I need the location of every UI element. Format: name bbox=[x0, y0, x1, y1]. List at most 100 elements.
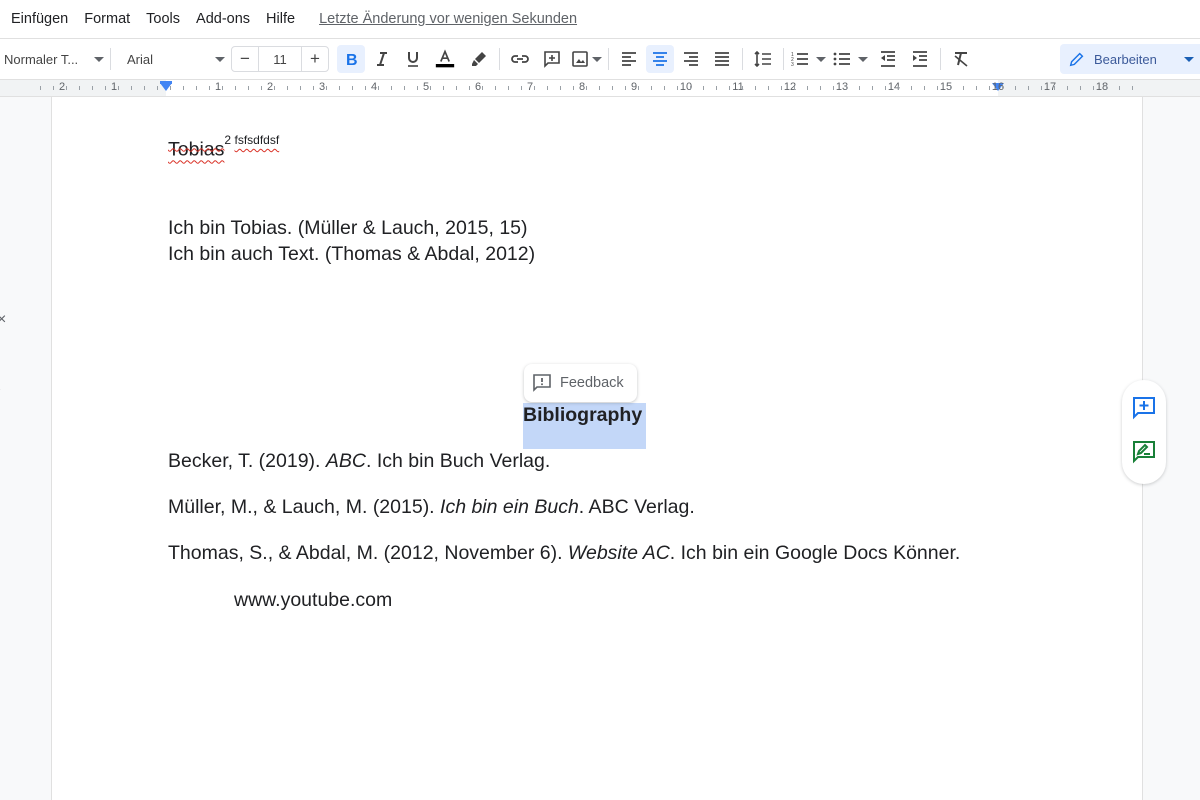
italic-button[interactable] bbox=[368, 45, 396, 73]
footnote-line[interactable]: Tobias2 fsfsdfdsf bbox=[168, 133, 279, 162]
outline-marker-icon: • bbox=[0, 385, 1, 396]
bulleted-list-button[interactable] bbox=[832, 45, 868, 73]
ruler-tick bbox=[430, 86, 431, 90]
text-color-button[interactable] bbox=[431, 45, 459, 73]
paragraph-2[interactable]: Ich bin auch Text. (Thomas & Abdal, 2012… bbox=[168, 243, 535, 266]
bold-icon: B bbox=[346, 52, 358, 69]
menu-tools[interactable]: Tools bbox=[146, 11, 180, 27]
bibliography-heading[interactable]: Bibliography bbox=[523, 404, 642, 427]
align-center-button[interactable] bbox=[646, 45, 674, 73]
insert-link-button[interactable] bbox=[506, 45, 534, 73]
chevron-down-icon bbox=[816, 56, 826, 62]
menu-hilfe[interactable]: Hilfe bbox=[266, 11, 295, 27]
paragraph-1[interactable]: Ich bin Tobias. (Müller & Lauch, 2015, 1… bbox=[168, 217, 528, 240]
ruler-tick bbox=[118, 86, 119, 90]
editing-mode-dropdown[interactable]: Bearbeiten bbox=[1060, 44, 1200, 74]
ruler-label: 6 bbox=[474, 81, 482, 93]
ruler-tick bbox=[183, 86, 184, 90]
reference-item[interactable]: Müller, M., & Lauch, M. (2015). Ich bin … bbox=[168, 496, 695, 519]
bold-button[interactable]: B bbox=[337, 45, 365, 73]
ruler-tick bbox=[300, 86, 301, 90]
ruler-label: 2 bbox=[266, 81, 274, 93]
document-page[interactable]: Tobias2 fsfsdfdsf Ich bin Tobias. (Mülle… bbox=[51, 97, 1143, 800]
reference-text: . Ich bin ein Google Docs Könner. bbox=[669, 542, 961, 564]
ruler-label: 9 bbox=[630, 81, 638, 93]
align-left-button[interactable] bbox=[615, 45, 643, 73]
document-canvas: × • Tobias2 fsfsdfdsf Ich bin Tobias. (M… bbox=[0, 97, 1200, 800]
align-justify-icon bbox=[715, 52, 729, 66]
last-edit-link[interactable]: Letzte Änderung vor wenigen Sekunden bbox=[319, 11, 577, 27]
ruler-tick bbox=[781, 86, 782, 90]
ruler-tick bbox=[794, 86, 795, 90]
clear-formatting-button[interactable] bbox=[947, 45, 975, 73]
ruler-tick bbox=[859, 86, 860, 90]
add-comment-icon bbox=[544, 51, 560, 68]
italic-icon bbox=[377, 52, 387, 66]
ruler-tick bbox=[1093, 86, 1094, 90]
reference-item[interactable]: Becker, T. (2019). ABC. Ich bin Buch Ver… bbox=[168, 450, 550, 473]
ruler-tick bbox=[209, 86, 210, 90]
ruler-tick bbox=[443, 86, 444, 90]
menu-bar: Einfügen Format Tools Add-ons Hilfe Letz… bbox=[0, 0, 1200, 38]
svg-text:3: 3 bbox=[791, 62, 794, 68]
decrease-indent-button[interactable] bbox=[874, 45, 902, 73]
align-right-button[interactable] bbox=[677, 45, 705, 73]
toolbar-divider bbox=[783, 48, 784, 70]
feedback-button[interactable]: Feedback bbox=[524, 364, 637, 402]
ruler-tick bbox=[833, 86, 834, 90]
reference-url[interactable]: www.youtube.com bbox=[234, 589, 392, 612]
struck-word: Tobias bbox=[168, 138, 225, 161]
ruler-tick bbox=[911, 86, 912, 90]
ruler-tick bbox=[222, 86, 223, 90]
highlight-color-button[interactable] bbox=[465, 45, 493, 73]
ruler-tick bbox=[326, 86, 327, 90]
ruler-tick bbox=[157, 86, 158, 90]
decrease-font-size-button[interactable]: − bbox=[232, 47, 258, 71]
ruler-tick bbox=[950, 86, 951, 90]
font-dropdown[interactable]: Arial bbox=[117, 52, 225, 67]
menu-add-ons[interactable]: Add-ons bbox=[196, 11, 250, 27]
toolbar-divider bbox=[110, 48, 111, 70]
ruler-label: 3 bbox=[318, 81, 326, 93]
line-spacing-button[interactable] bbox=[749, 45, 777, 73]
numbered-list-button[interactable]: 123 bbox=[790, 45, 826, 73]
underline-button[interactable] bbox=[399, 45, 427, 73]
ruler-label: 5 bbox=[422, 81, 430, 93]
ruler-tick bbox=[66, 86, 67, 90]
ruler-tick bbox=[586, 86, 587, 90]
font-size-input[interactable]: 11 bbox=[258, 47, 302, 71]
bulleted-list-icon bbox=[833, 52, 850, 66]
numbered-list-icon: 123 bbox=[791, 52, 808, 68]
ruler-tick bbox=[248, 86, 249, 90]
insert-comment-button[interactable] bbox=[538, 45, 566, 73]
ruler-tick bbox=[196, 86, 197, 90]
increase-indent-button[interactable] bbox=[906, 45, 934, 73]
insert-image-button[interactable] bbox=[570, 45, 602, 73]
ruler[interactable]: 2 1 1 2 3 4 5 6 7 8 9 10 11 12 13 14 15 16 17 18 bbox=[0, 79, 1200, 97]
collapse-outline-icon[interactable]: × bbox=[0, 311, 6, 329]
ruler-tick bbox=[391, 86, 392, 90]
chevron-down-icon bbox=[1184, 56, 1194, 62]
reference-text: . ABC Verlag. bbox=[578, 496, 695, 518]
ruler-tick bbox=[495, 86, 496, 90]
ruler-tick bbox=[105, 86, 106, 90]
suggest-edit-icon[interactable] bbox=[1132, 440, 1156, 464]
ruler-tick bbox=[170, 86, 171, 90]
justify-button[interactable] bbox=[708, 45, 736, 73]
toolbar-divider bbox=[742, 48, 743, 70]
ruler-tick bbox=[872, 86, 873, 90]
ruler-tick bbox=[1080, 86, 1081, 90]
add-comment-icon[interactable] bbox=[1132, 396, 1156, 420]
ruler-tick bbox=[313, 86, 314, 90]
paragraph-style-dropdown[interactable]: Normaler T... bbox=[0, 52, 104, 67]
ruler-tick bbox=[53, 86, 54, 90]
ruler-tick bbox=[534, 86, 535, 90]
ruler-tick bbox=[638, 86, 639, 90]
reference-item[interactable]: Thomas, S., & Abdal, M. (2012, November … bbox=[168, 542, 960, 565]
ruler-tick bbox=[1119, 86, 1120, 90]
reference-text: . Ich bin Buch Verlag. bbox=[366, 450, 551, 472]
menu-einfuegen[interactable]: Einfügen bbox=[11, 11, 68, 27]
ruler-tick bbox=[703, 86, 704, 90]
increase-font-size-button[interactable]: + bbox=[302, 47, 328, 71]
menu-format[interactable]: Format bbox=[84, 11, 130, 27]
